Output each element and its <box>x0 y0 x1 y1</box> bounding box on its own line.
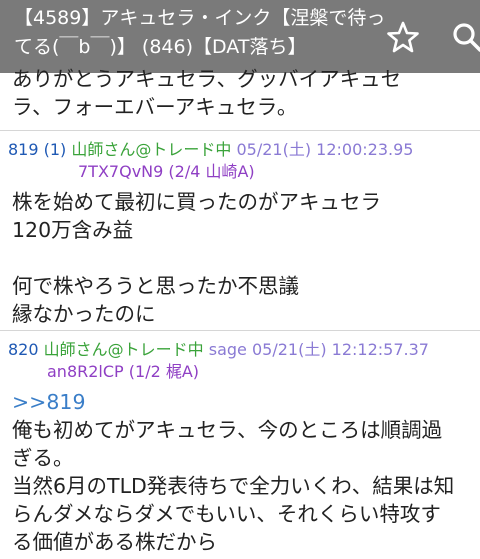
post-header: 819 (1) 山師さん@トレード中 05/21(土) 12:00:23.95 <box>8 139 414 161</box>
post-line: 株を始めて最初に買ったのがアキュセラ <box>12 190 381 214</box>
post-line: ぎる。 <box>12 446 74 470</box>
post-line: らんダメならダメでもいい、それくらい特攻す <box>12 502 441 526</box>
post-divider <box>0 330 480 331</box>
post-divider <box>0 130 480 131</box>
app-bar: 【4589】アキュセラ・インク【涅槃で待っ てる(￣b￣)】 (846)【DAT… <box>0 0 480 73</box>
post-line: ありがとうアキュセラ、グッバイアキュセ <box>12 67 402 91</box>
post-author-name[interactable]: 山師さん@トレード中 <box>71 140 231 159</box>
post-number[interactable]: 819 (1) <box>8 140 66 159</box>
post-mail: sage <box>208 340 247 359</box>
post-body: >>819 俺も初めてがアキュセラ、今のところは順調過 ぎる。 当然6月のTLD… <box>12 388 454 556</box>
post-line <box>12 244 381 272</box>
thread-title: 【4589】アキュセラ・インク【涅槃で待っ てる(￣b￣)】 (846)【DAT… <box>14 4 386 62</box>
post-line: る価値がある株だから <box>12 530 217 554</box>
search-icon[interactable] <box>450 20 480 54</box>
post-line: 当然6月のTLD発表待ちで全力いくわ、結果は知 <box>12 474 455 498</box>
reply-anchor-link[interactable]: >>819 <box>12 388 454 416</box>
thread-title-line-1: 【4589】アキュセラ・インク【涅槃で待っ <box>14 7 386 29</box>
post-id[interactable]: an8R2lCP (1/2 梶A) <box>47 361 199 383</box>
post-id[interactable]: 7TX7QvN9 (2/4 山崎A) <box>78 161 255 183</box>
thread-title-line-2: てる(￣b￣)】 (846)【DAT落ち】 <box>14 36 307 58</box>
post-line: 120万含み益 <box>12 218 134 242</box>
post-number[interactable]: 820 <box>8 340 39 359</box>
post-date: 05/21(土) 12:00:23.95 <box>236 140 414 159</box>
star-outline-icon[interactable] <box>386 20 420 54</box>
post-line: 縁なかったのに <box>12 302 156 326</box>
post-body: ありがとうアキュセラ、グッバイアキュセ ラ、フォーエバーアキュセラ。 <box>12 65 401 121</box>
post-line: 俺も初めてがアキュセラ、今のところは順調過 <box>12 418 443 442</box>
post-line: ラ、フォーエバーアキュセラ。 <box>12 95 298 119</box>
post-header: 820 山師さん@トレード中 sage 05/21(土) 12:12:57.37 <box>8 339 429 361</box>
post-body: 株を始めて最初に買ったのがアキュセラ 120万含み益 何で株やろうと思ったか不思… <box>12 188 381 328</box>
post-author-name[interactable]: 山師さん@トレード中 <box>44 340 204 359</box>
post-date: 05/21(土) 12:12:57.37 <box>251 340 429 359</box>
post-line: 何で株やろうと思ったか不思議 <box>12 274 299 298</box>
